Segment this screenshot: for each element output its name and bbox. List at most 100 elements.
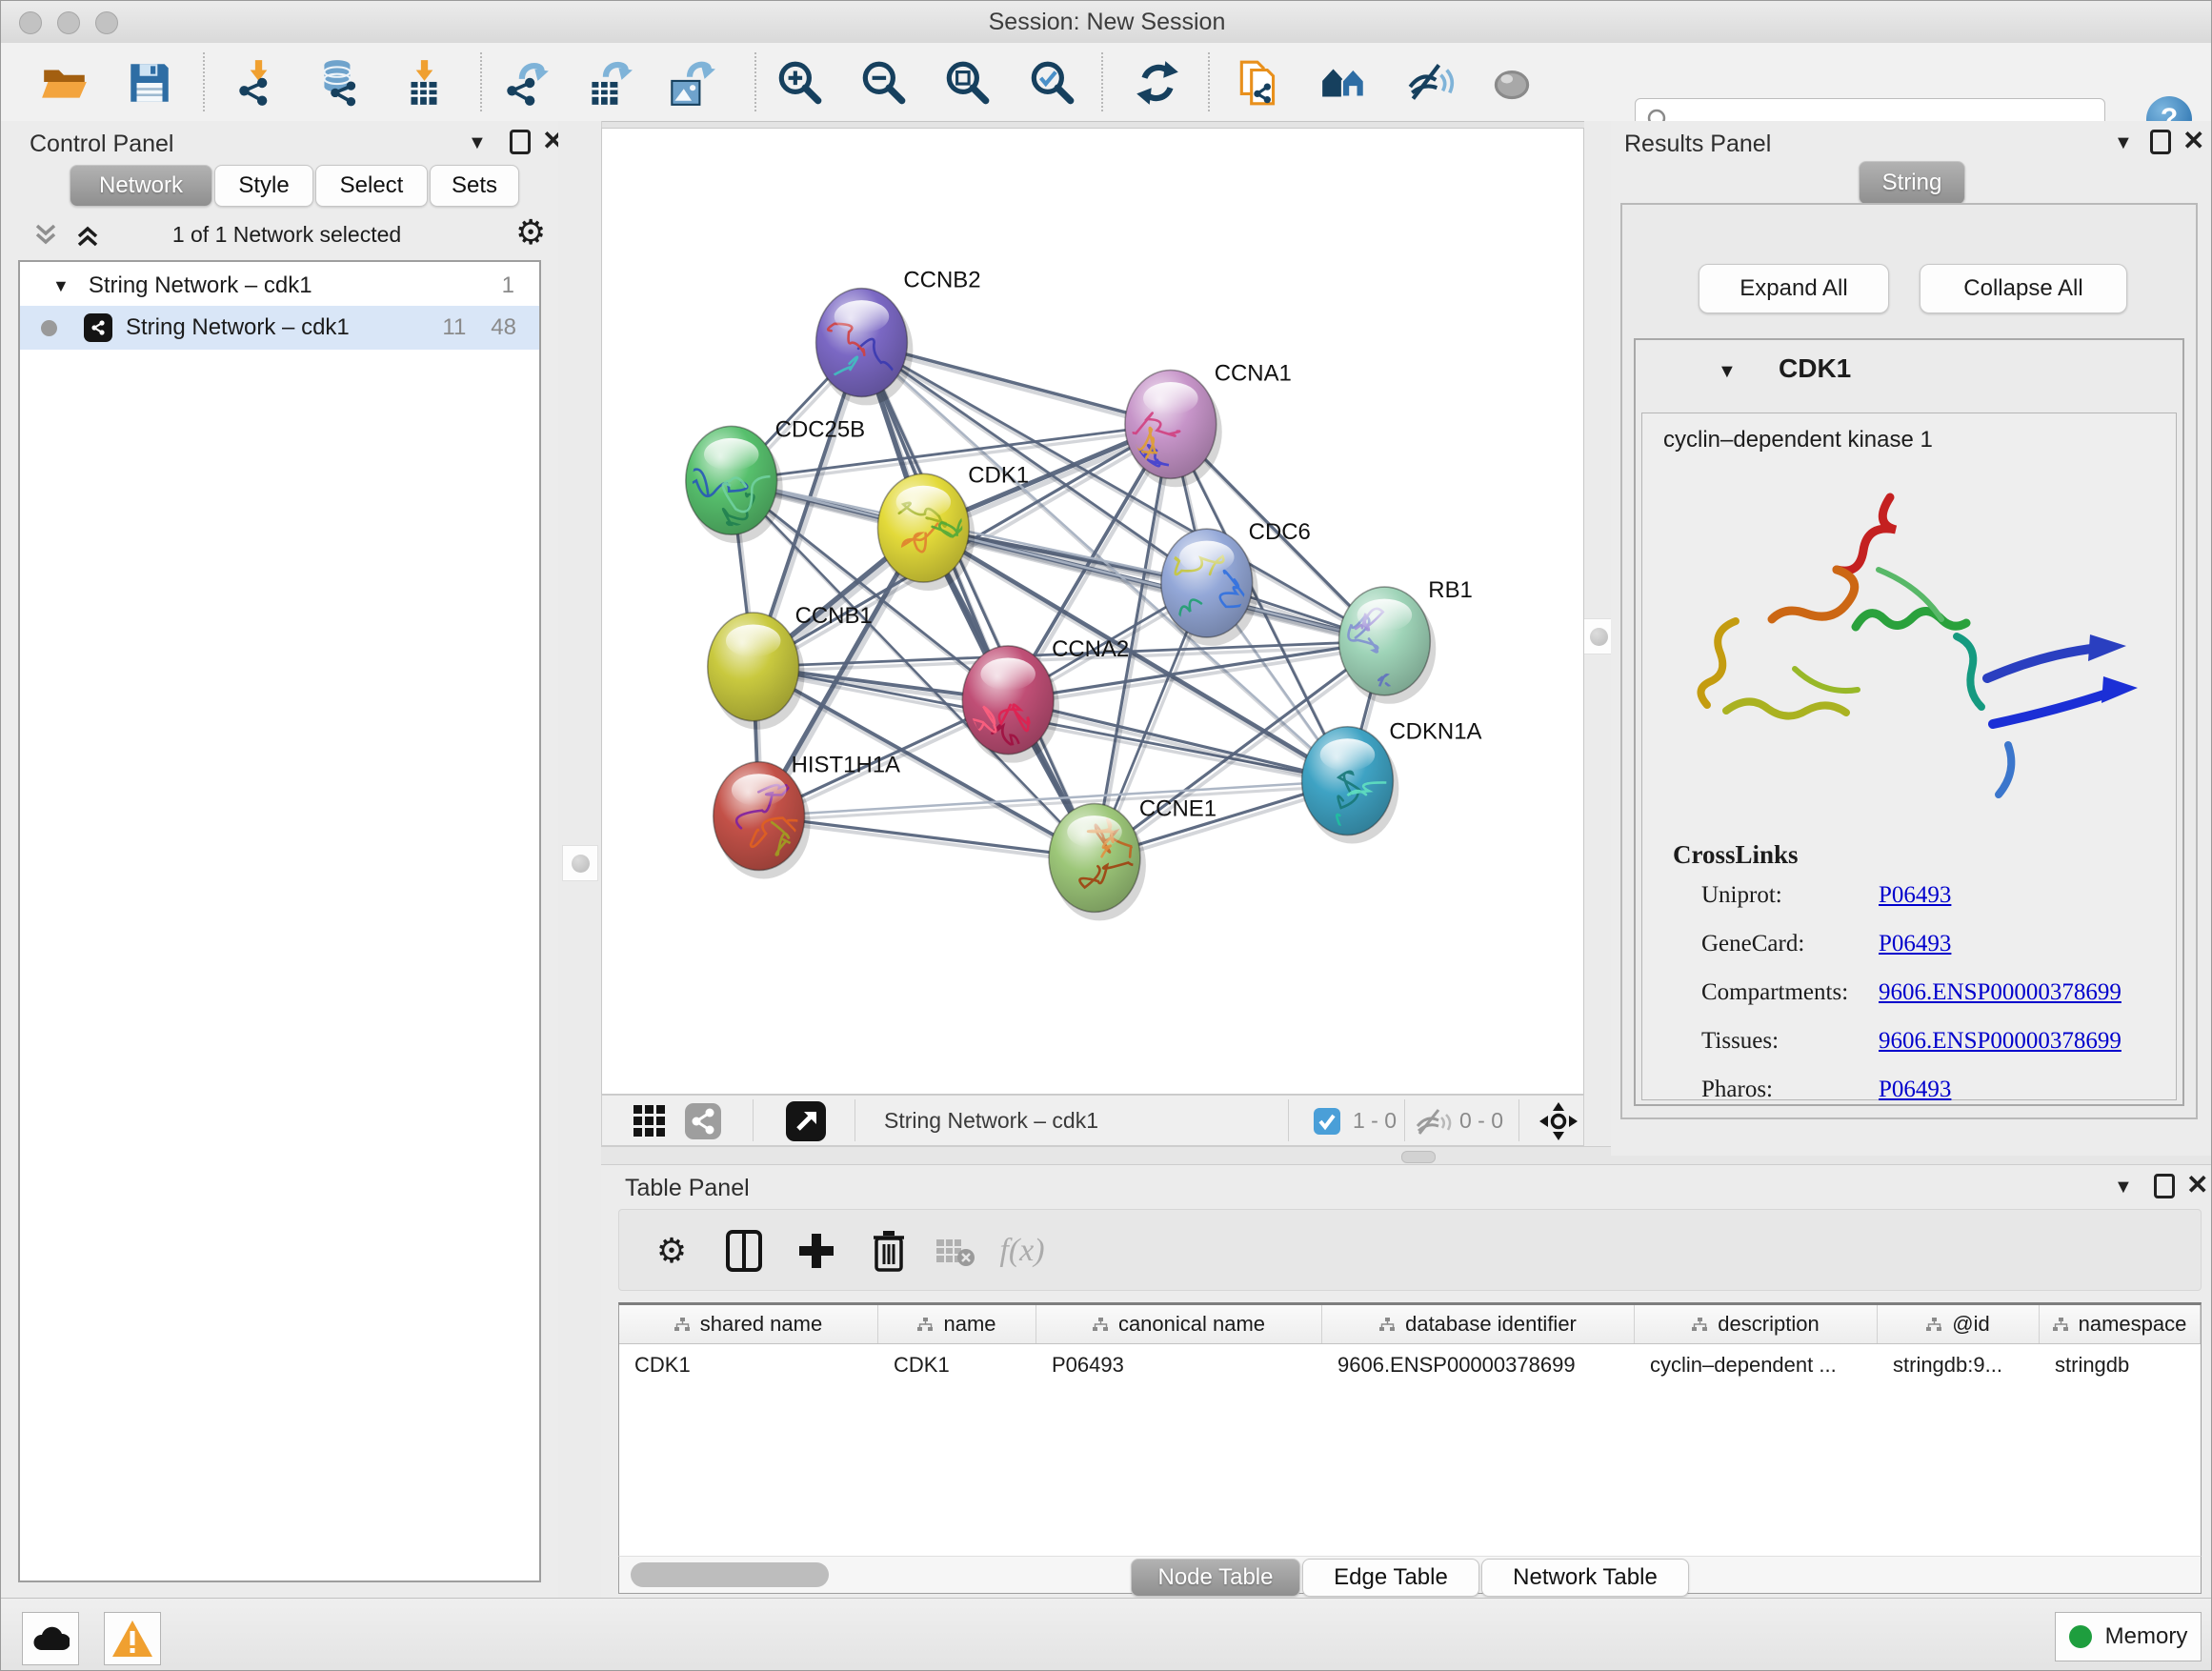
table-row[interactable]: CDK1CDK1P064939606.ENSP00000378699cyclin… <box>619 1344 2201 1386</box>
zoom-selected-button[interactable] <box>1024 55 1079 111</box>
table-cell[interactable]: stringdb <box>2040 1344 2201 1386</box>
column-header-description[interactable]: description <box>1635 1305 1878 1343</box>
import-table-file-button[interactable] <box>396 55 452 111</box>
left-splitter[interactable] <box>558 121 602 1598</box>
refresh-view-button[interactable] <box>1130 55 1185 111</box>
selected-checkbox-icon[interactable] <box>1313 1107 1341 1136</box>
show-columns-button[interactable] <box>718 1225 770 1277</box>
panel-close-icon[interactable]: ✕ <box>2182 129 2204 153</box>
scrollbar-thumb[interactable] <box>631 1562 829 1587</box>
network-node-cdc6[interactable]: CDC6 <box>1161 519 1311 646</box>
node-label: CCNE1 <box>1139 796 1217 822</box>
tab-edge-table[interactable]: Edge Table <box>1302 1559 1479 1597</box>
network-node-cdkn1a[interactable]: CDKN1A <box>1302 719 1482 867</box>
table-cell[interactable]: cyclin–dependent ... <box>1635 1344 1878 1386</box>
network-view-title: String Network – cdk1 <box>884 1108 1098 1134</box>
first-neighbors-button[interactable] <box>1317 55 1372 111</box>
import-database-icon <box>313 57 365 109</box>
right-splitter[interactable] <box>1584 121 1611 1146</box>
warnings-button[interactable] <box>104 1612 161 1665</box>
cloud-status-button[interactable] <box>22 1612 79 1665</box>
network-row[interactable]: String Network – cdk1 11 48 <box>20 306 539 350</box>
crosslink-row: Pharos:P06493 <box>1642 1077 2176 1125</box>
crosslink-link[interactable]: 9606.ENSP00000378699 <box>1879 979 2122 1006</box>
network-graph[interactable]: CCNB2CCNA1CDC25BCDK1CDC6RB1CCNB1CCNA2CDK… <box>602 129 1583 1094</box>
column-header-canonical-name[interactable]: canonical name <box>1036 1305 1322 1343</box>
panel-float-icon[interactable] <box>2150 130 2171 154</box>
network-canvas[interactable]: CCNB2CCNA1CDC25BCDK1CDC6RB1CCNB1CCNA2CDK… <box>601 128 1584 1095</box>
network-node-rb1[interactable]: RB1 <box>1338 577 1472 704</box>
table-cell[interactable]: stringdb:9... <box>1878 1344 2040 1386</box>
table-options-button[interactable]: ⚙ <box>646 1225 697 1277</box>
gene-caret-icon[interactable]: ▼ <box>1718 361 1737 383</box>
table-cell[interactable]: P06493 <box>1036 1344 1322 1386</box>
network-collection-row[interactable]: ▼ String Network – cdk1 1 <box>20 266 539 306</box>
tab-node-table[interactable]: Node Table <box>1131 1559 1300 1597</box>
column-header-shared-name[interactable]: shared name <box>619 1305 878 1343</box>
save-session-button[interactable] <box>122 55 177 111</box>
hide-selected-button[interactable] <box>1401 55 1457 111</box>
network-node-ccna1[interactable]: CCNA1 <box>1122 360 1292 487</box>
collection-caret-icon[interactable]: ▼ <box>52 276 70 296</box>
column-header--id[interactable]: @id <box>1878 1305 2040 1343</box>
column-header-name[interactable]: name <box>878 1305 1036 1343</box>
collapse-all-button[interactable]: Collapse All <box>1920 264 2127 313</box>
create-column-button[interactable] <box>791 1225 842 1277</box>
panel-float-icon[interactable] <box>2154 1174 2175 1198</box>
network-row-label: String Network – cdk1 <box>126 314 350 341</box>
panel-close-icon[interactable]: ✕ <box>2186 1173 2208 1198</box>
export-network-file-button[interactable] <box>498 55 553 111</box>
clone-network-button[interactable] <box>1232 55 1287 111</box>
grid-view-icon[interactable] <box>633 1104 667 1138</box>
tab-select[interactable]: Select <box>315 165 428 207</box>
export-image-button[interactable] <box>662 55 717 111</box>
node-table: shared namenamecanonical namedatabase id… <box>618 1302 2202 1556</box>
network-node-ccne1[interactable]: CCNE1 <box>1049 796 1217 921</box>
crosslink-link[interactable]: 9606.ENSP00000378699 <box>1879 1028 2122 1055</box>
collection-count: 1 <box>502 272 514 299</box>
delete-table-button[interactable] <box>930 1225 981 1277</box>
left-splitter-handle[interactable] <box>562 845 598 881</box>
import-network-file-button[interactable] <box>231 55 286 111</box>
panel-menu-caret-icon[interactable]: ▼ <box>2114 132 2133 154</box>
crosslink-link[interactable]: P06493 <box>1879 1077 1951 1103</box>
tab-network-table[interactable]: Network Table <box>1481 1559 1689 1597</box>
expand-all-button[interactable]: Expand All <box>1699 264 1889 313</box>
panel-menu-caret-icon[interactable]: ▼ <box>2114 1177 2133 1198</box>
panel-float-icon[interactable] <box>510 130 531 154</box>
zoom-in-button[interactable] <box>772 55 827 111</box>
zoom-fit-button[interactable] <box>939 55 995 111</box>
table-cell[interactable]: CDK1 <box>619 1344 878 1386</box>
network-options-gear-icon[interactable]: ⚙ <box>515 212 546 252</box>
column-header-namespace[interactable]: namespace <box>2040 1305 2201 1343</box>
horizontal-splitter-handle[interactable] <box>1401 1151 1436 1163</box>
expand-all-icon[interactable] <box>73 222 102 249</box>
memory-button[interactable]: Memory <box>2055 1612 2202 1661</box>
network-edge[interactable] <box>861 343 1095 858</box>
collapse-all-icon[interactable] <box>31 222 60 249</box>
table-toolbar: ⚙ <box>618 1209 2202 1291</box>
network-node-cdc25b[interactable]: CDC25B <box>686 416 865 543</box>
tab-sets[interactable]: Sets <box>430 165 519 207</box>
import-network-database-button[interactable] <box>312 55 367 111</box>
birdseye-crosshair-icon[interactable] <box>1538 1100 1579 1142</box>
open-external-icon[interactable] <box>785 1100 827 1142</box>
column-header-database-identifier[interactable]: database identifier <box>1322 1305 1635 1343</box>
crosslink-link[interactable]: P06493 <box>1879 882 1951 909</box>
tab-string[interactable]: String <box>1859 161 1965 205</box>
tab-style[interactable]: Style <box>214 165 313 207</box>
export-table-button[interactable] <box>580 55 635 111</box>
table-cell[interactable]: CDK1 <box>878 1344 1036 1386</box>
table-cell[interactable]: 9606.ENSP00000378699 <box>1322 1344 1635 1386</box>
open-session-button[interactable] <box>37 55 92 111</box>
show-hidden-button[interactable] <box>1484 55 1539 111</box>
tab-network[interactable]: Network <box>70 165 212 207</box>
delete-column-button[interactable] <box>863 1225 915 1277</box>
network-badge-icon[interactable] <box>684 1102 722 1140</box>
zoom-out-button[interactable] <box>855 55 911 111</box>
hidden-eye-slash-icon[interactable] <box>1414 1107 1452 1136</box>
trash-icon <box>872 1229 906 1273</box>
crosslink-link[interactable]: P06493 <box>1879 931 1951 957</box>
apply-function-button[interactable]: f(x) <box>996 1225 1048 1277</box>
panel-menu-caret-icon[interactable]: ▼ <box>468 132 487 154</box>
